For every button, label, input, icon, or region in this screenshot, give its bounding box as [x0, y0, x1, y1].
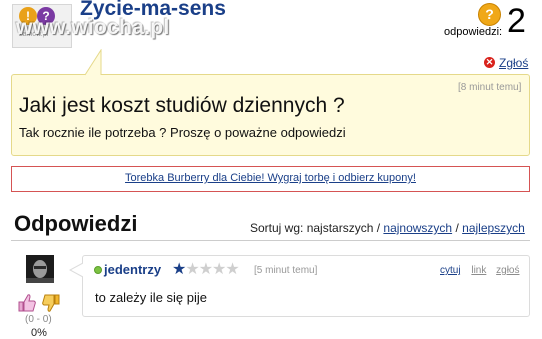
- question-timestamp: [8 minut temu]: [458, 82, 522, 93]
- sort-separator: /: [455, 221, 459, 235]
- answer-username-link[interactable]: jedentrzy: [104, 262, 161, 277]
- avatar-photo: [26, 255, 54, 283]
- thumbs-up-icon[interactable]: [18, 294, 36, 312]
- ad-banner: Torebka Burberry dla Ciebie! Wygraj torb…: [11, 166, 530, 192]
- thumbs-down-icon[interactable]: [42, 294, 60, 312]
- watermark: www.wiocha.pl: [16, 16, 170, 39]
- permalink-link[interactable]: link: [471, 265, 486, 276]
- star-icon: ★: [198, 259, 213, 278]
- question-mark-icon: ?: [478, 3, 501, 26]
- section-divider: [11, 240, 530, 241]
- question-body: Tak rocznie ile potrzeba ? Proszę o powa…: [19, 125, 346, 140]
- answer-actions: cytuj link zgłoś: [440, 265, 527, 276]
- answer-bubble-pointer: [69, 262, 83, 278]
- report-answer-link[interactable]: zgłoś: [496, 265, 519, 276]
- sort-newest-link[interactable]: najnowszych: [383, 221, 452, 235]
- star-icon: ★: [172, 259, 186, 278]
- answer-user-avatar[interactable]: [26, 255, 54, 283]
- star-icon: ★: [185, 259, 199, 278]
- online-status-dot: [94, 266, 102, 274]
- sort-label: Sortuj wg: najstarszych /: [250, 221, 381, 235]
- question-title: Jaki jest koszt studiów dziennych ?: [19, 94, 345, 117]
- question-bubble-pointer: [84, 49, 102, 76]
- vote-score: (0 - 0): [25, 314, 52, 325]
- vote-percent: 0%: [31, 327, 47, 339]
- ad-link[interactable]: Torebka Burberry dla Ciebie! Wygraj torb…: [125, 172, 416, 184]
- answers-section-title: Odpowiedzi: [14, 211, 138, 236]
- quote-link[interactable]: cytuj: [440, 265, 461, 276]
- answer-text: to zależy ile się pije: [95, 290, 207, 305]
- answer-timestamp: [5 minut temu]: [254, 265, 318, 276]
- star-icon: ★: [225, 259, 239, 278]
- report-question-link[interactable]: Zgłoś: [499, 56, 528, 70]
- close-circle-icon[interactable]: ✕: [484, 57, 495, 68]
- user-rating-stars: ★★★★★: [172, 259, 240, 278]
- answers-count-label: odpowiedzi:: [444, 26, 503, 38]
- sort-options: Sortuj wg: najstarszych / najnowszych / …: [250, 221, 525, 235]
- star-icon: ★: [212, 259, 226, 278]
- sort-best-link[interactable]: najlepszych: [462, 221, 525, 235]
- answers-count: 2: [507, 2, 526, 40]
